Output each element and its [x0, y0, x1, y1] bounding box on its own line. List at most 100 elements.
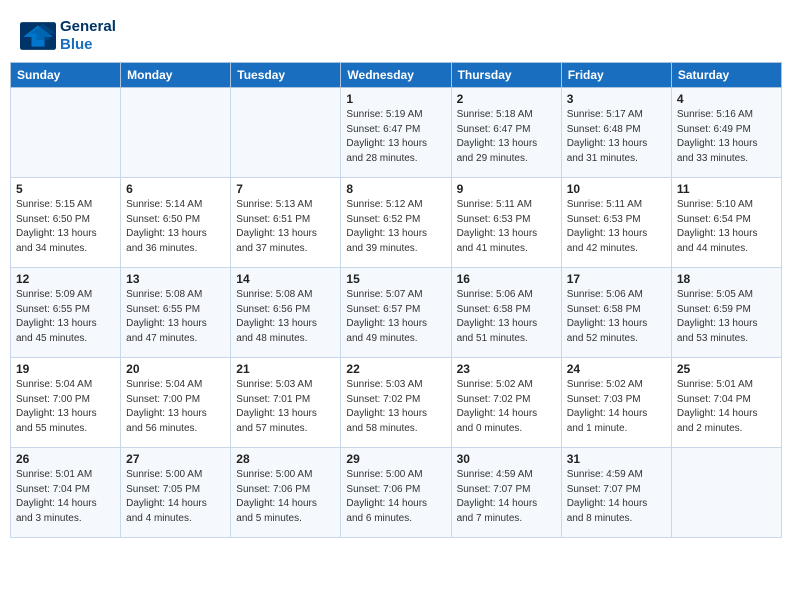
day-number: 11: [677, 182, 776, 196]
day-info: Sunrise: 5:03 AM Sunset: 7:01 PM Dayligh…: [236, 378, 335, 436]
calendar-cell: 24 Sunrise: 5:02 AM Sunset: 7:03 PM Dayli…: [561, 358, 671, 448]
day-number: 20: [126, 362, 225, 376]
day-info: Sunrise: 5:07 AM Sunset: 6:57 PM Dayligh…: [346, 288, 445, 346]
day-info: Sunrise: 5:13 AM Sunset: 6:51 PM Dayligh…: [236, 198, 335, 256]
day-info: Sunrise: 5:04 AM Sunset: 7:00 PM Dayligh…: [16, 378, 115, 436]
calendar-cell: [121, 88, 231, 178]
day-number: 9: [457, 182, 556, 196]
calendar-week-4: 19 Sunrise: 5:04 AM Sunset: 7:00 PM Dayli…: [11, 358, 782, 448]
day-number: 18: [677, 272, 776, 286]
calendar-cell: 11 Sunrise: 5:10 AM Sunset: 6:54 PM Dayli…: [671, 178, 781, 268]
weekday-header-thursday: Thursday: [451, 63, 561, 88]
day-info: Sunrise: 5:14 AM Sunset: 6:50 PM Dayligh…: [126, 198, 225, 256]
weekday-header-monday: Monday: [121, 63, 231, 88]
day-number: 5: [16, 182, 115, 196]
day-number: 1: [346, 92, 445, 106]
calendar-cell: 19 Sunrise: 5:04 AM Sunset: 7:00 PM Dayli…: [11, 358, 121, 448]
calendar-cell: 31 Sunrise: 4:59 AM Sunset: 7:07 PM Dayli…: [561, 448, 671, 538]
calendar-cell: 20Sunrise: 5:04 AM Sunset: 7:00 PM Dayli…: [121, 358, 231, 448]
day-info: Sunrise: 5:08 AM Sunset: 6:56 PM Dayligh…: [236, 288, 335, 346]
day-number: 23: [457, 362, 556, 376]
calendar-cell: 29Sunrise: 5:00 AM Sunset: 7:06 PM Dayli…: [341, 448, 451, 538]
day-info: Sunrise: 5:05 AM Sunset: 6:59 PM Dayligh…: [677, 288, 776, 346]
day-number: 2: [457, 92, 556, 106]
calendar-cell: 23Sunrise: 5:02 AM Sunset: 7:02 PM Dayli…: [451, 358, 561, 448]
day-info: Sunrise: 5:10 AM Sunset: 6:54 PM Dayligh…: [677, 198, 776, 256]
day-number: 22: [346, 362, 445, 376]
calendar-cell: 22 Sunrise: 5:03 AM Sunset: 7:02 PM Dayli…: [341, 358, 451, 448]
calendar-cell: [671, 448, 781, 538]
calendar-body: 1 Sunrise: 5:19 AM Sunset: 6:47 PM Daylig…: [11, 88, 782, 538]
day-number: 15: [346, 272, 445, 286]
calendar-cell: 26Sunrise: 5:01 AM Sunset: 7:04 PM Dayli…: [11, 448, 121, 538]
day-number: 19: [16, 362, 115, 376]
day-number: 14: [236, 272, 335, 286]
day-number: 7: [236, 182, 335, 196]
calendar-week-2: 5 Sunrise: 5:15 AM Sunset: 6:50 PM Daylig…: [11, 178, 782, 268]
logo-icon: [20, 22, 56, 50]
day-number: 13: [126, 272, 225, 286]
day-number: 25: [677, 362, 776, 376]
calendar-cell: 2 Sunrise: 5:18 AM Sunset: 6:47 PM Daylig…: [451, 88, 561, 178]
calendar-cell: 21 Sunrise: 5:03 AM Sunset: 7:01 PM Dayli…: [231, 358, 341, 448]
weekday-row: SundayMondayTuesdayWednesdayThursdayFrid…: [11, 63, 782, 88]
day-number: 3: [567, 92, 666, 106]
day-info: Sunrise: 5:08 AM Sunset: 6:55 PM Dayligh…: [126, 288, 225, 346]
day-info: Sunrise: 5:11 AM Sunset: 6:53 PM Dayligh…: [457, 198, 556, 256]
calendar-week-5: 26Sunrise: 5:01 AM Sunset: 7:04 PM Dayli…: [11, 448, 782, 538]
day-info: Sunrise: 5:12 AM Sunset: 6:52 PM Dayligh…: [346, 198, 445, 256]
day-info: Sunrise: 5:06 AM Sunset: 6:58 PM Dayligh…: [457, 288, 556, 346]
calendar-cell: 15 Sunrise: 5:07 AM Sunset: 6:57 PM Dayli…: [341, 268, 451, 358]
day-number: 27: [126, 452, 225, 466]
calendar-cell: [231, 88, 341, 178]
calendar-header: SundayMondayTuesdayWednesdayThursdayFrid…: [11, 63, 782, 88]
day-info: Sunrise: 4:59 AM Sunset: 7:07 PM Dayligh…: [567, 468, 666, 526]
day-number: 28: [236, 452, 335, 466]
calendar-cell: 28 Sunrise: 5:00 AM Sunset: 7:06 PM Dayli…: [231, 448, 341, 538]
day-info: Sunrise: 5:01 AM Sunset: 7:04 PM Dayligh…: [677, 378, 776, 436]
day-info: Sunrise: 5:09 AM Sunset: 6:55 PM Dayligh…: [16, 288, 115, 346]
calendar-cell: 6 Sunrise: 5:14 AM Sunset: 6:50 PM Daylig…: [121, 178, 231, 268]
day-info: Sunrise: 5:19 AM Sunset: 6:47 PM Dayligh…: [346, 108, 445, 166]
weekday-header-wednesday: Wednesday: [341, 63, 451, 88]
day-number: 10: [567, 182, 666, 196]
calendar-week-3: 12Sunrise: 5:09 AM Sunset: 6:55 PM Dayli…: [11, 268, 782, 358]
day-info: Sunrise: 5:16 AM Sunset: 6:49 PM Dayligh…: [677, 108, 776, 166]
calendar-cell: 7 Sunrise: 5:13 AM Sunset: 6:51 PM Daylig…: [231, 178, 341, 268]
weekday-header-tuesday: Tuesday: [231, 63, 341, 88]
calendar-cell: 14 Sunrise: 5:08 AM Sunset: 6:56 PM Dayli…: [231, 268, 341, 358]
day-number: 8: [346, 182, 445, 196]
calendar-cell: 17Sunrise: 5:06 AM Sunset: 6:58 PM Dayli…: [561, 268, 671, 358]
day-number: 6: [126, 182, 225, 196]
calendar-cell: 1 Sunrise: 5:19 AM Sunset: 6:47 PM Daylig…: [341, 88, 451, 178]
calendar-cell: [11, 88, 121, 178]
day-info: Sunrise: 5:02 AM Sunset: 7:03 PM Dayligh…: [567, 378, 666, 436]
page-header: General Blue: [10, 10, 782, 58]
logo-text: General Blue: [60, 18, 116, 54]
day-number: 21: [236, 362, 335, 376]
day-info: Sunrise: 5:15 AM Sunset: 6:50 PM Dayligh…: [16, 198, 115, 256]
day-info: Sunrise: 5:06 AM Sunset: 6:58 PM Dayligh…: [567, 288, 666, 346]
calendar-cell: 5 Sunrise: 5:15 AM Sunset: 6:50 PM Daylig…: [11, 178, 121, 268]
day-number: 31: [567, 452, 666, 466]
day-info: Sunrise: 5:00 AM Sunset: 7:06 PM Dayligh…: [236, 468, 335, 526]
day-info: Sunrise: 4:59 AM Sunset: 7:07 PM Dayligh…: [457, 468, 556, 526]
day-number: 30: [457, 452, 556, 466]
calendar-cell: 12Sunrise: 5:09 AM Sunset: 6:55 PM Dayli…: [11, 268, 121, 358]
weekday-header-sunday: Sunday: [11, 63, 121, 88]
calendar-cell: 13 Sunrise: 5:08 AM Sunset: 6:55 PM Dayli…: [121, 268, 231, 358]
day-info: Sunrise: 5:18 AM Sunset: 6:47 PM Dayligh…: [457, 108, 556, 166]
calendar-cell: 3 Sunrise: 5:17 AM Sunset: 6:48 PM Daylig…: [561, 88, 671, 178]
day-info: Sunrise: 5:00 AM Sunset: 7:05 PM Dayligh…: [126, 468, 225, 526]
calendar-cell: 8 Sunrise: 5:12 AM Sunset: 6:52 PM Daylig…: [341, 178, 451, 268]
calendar-cell: 10Sunrise: 5:11 AM Sunset: 6:53 PM Dayli…: [561, 178, 671, 268]
calendar-cell: 25 Sunrise: 5:01 AM Sunset: 7:04 PM Dayli…: [671, 358, 781, 448]
day-info: Sunrise: 5:17 AM Sunset: 6:48 PM Dayligh…: [567, 108, 666, 166]
day-info: Sunrise: 5:03 AM Sunset: 7:02 PM Dayligh…: [346, 378, 445, 436]
logo: General Blue: [20, 18, 116, 54]
calendar-cell: 9 Sunrise: 5:11 AM Sunset: 6:53 PM Daylig…: [451, 178, 561, 268]
calendar-cell: 4Sunrise: 5:16 AM Sunset: 6:49 PM Daylig…: [671, 88, 781, 178]
day-info: Sunrise: 5:00 AM Sunset: 7:06 PM Dayligh…: [346, 468, 445, 526]
weekday-header-friday: Friday: [561, 63, 671, 88]
day-number: 24: [567, 362, 666, 376]
